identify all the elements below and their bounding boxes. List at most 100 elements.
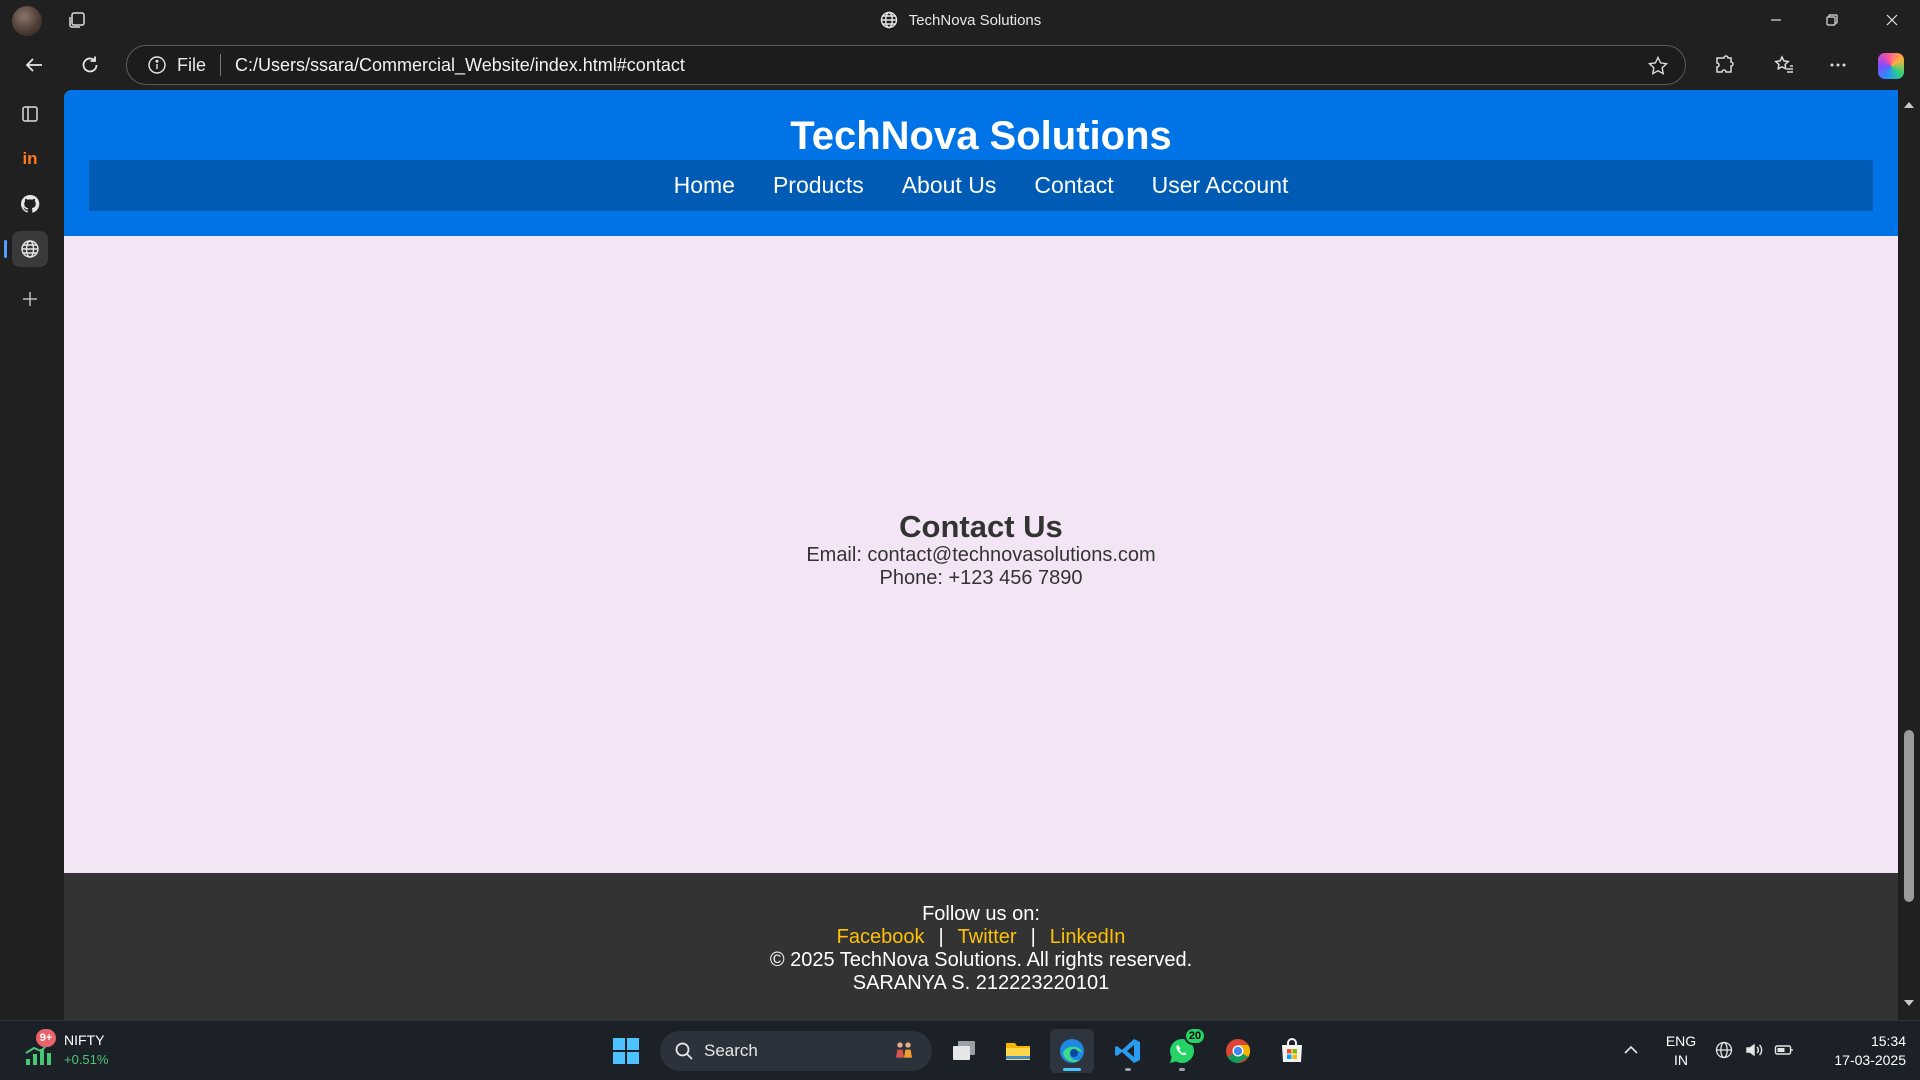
favorites-button[interactable] xyxy=(1766,48,1802,82)
back-button[interactable] xyxy=(16,48,52,82)
nav-products[interactable]: Products xyxy=(773,172,864,199)
favorite-star-icon[interactable] xyxy=(1647,55,1669,77)
window-title: TechNova Solutions xyxy=(0,0,1920,40)
chrome-icon xyxy=(1226,1039,1251,1063)
site-nav: Home Products About Us Contact User Acco… xyxy=(89,160,1873,211)
system-tray-icons[interactable] xyxy=(1714,1040,1794,1060)
browser-toolbar: File C:/Users/ssara/Commercial_Website/i… xyxy=(0,40,1920,90)
scroll-down-icon[interactable] xyxy=(1903,998,1915,1008)
reload-button[interactable] xyxy=(72,48,108,82)
close-icon xyxy=(1886,14,1898,26)
taskbar-whatsapp[interactable]: 20 xyxy=(1160,1027,1206,1073)
linkedin-link[interactable]: LinkedIn xyxy=(1050,926,1126,948)
footer-follow-text: Follow us on: xyxy=(922,903,1040,925)
minimize-icon xyxy=(1771,19,1781,21)
vscode-icon xyxy=(1115,1039,1140,1063)
globe-icon xyxy=(880,11,897,29)
battery-icon[interactable] xyxy=(1774,1040,1794,1060)
sidebar-add-button[interactable] xyxy=(12,281,48,317)
sidebar-panel-button[interactable] xyxy=(12,96,48,132)
contact-heading: Contact Us xyxy=(899,509,1063,544)
window-title-text: TechNova Solutions xyxy=(908,11,1042,29)
footer-separator: | xyxy=(938,926,944,948)
site-header: TechNova Solutions Home Products About U… xyxy=(64,90,1898,236)
nav-about-us[interactable]: About Us xyxy=(902,172,997,199)
taskbar-vscode[interactable] xyxy=(1106,1029,1150,1073)
network-globe-icon[interactable] xyxy=(1714,1040,1734,1060)
language-region: IN xyxy=(1674,1052,1688,1068)
nav-user-account[interactable]: User Account xyxy=(1152,172,1289,199)
volume-icon[interactable] xyxy=(1744,1040,1764,1060)
reload-icon xyxy=(82,56,98,73)
nav-contact[interactable]: Contact xyxy=(1034,172,1113,199)
running-indicator xyxy=(1179,1068,1185,1071)
windows-taskbar: 9+ NIFTY +0.51% Search 20 ENG IN 15:34 1… xyxy=(0,1020,1920,1080)
contact-email: Email: contact@technovasolutions.com xyxy=(806,544,1156,566)
edge-icon xyxy=(1060,1039,1084,1063)
taskbar-chrome[interactable] xyxy=(1216,1029,1260,1073)
task-view-icon xyxy=(953,1041,975,1060)
taskbar-microsoft-store[interactable] xyxy=(1270,1029,1314,1073)
footer-copyright: © 2025 TechNova Solutions. All rights re… xyxy=(769,949,1193,971)
sidebar-panel-icon xyxy=(22,106,38,122)
favorites-list-icon xyxy=(1774,55,1793,73)
scroll-thumb[interactable] xyxy=(1904,730,1914,902)
plus-icon xyxy=(23,292,37,306)
restore-button[interactable] xyxy=(1804,0,1860,40)
widget-change: +0.51% xyxy=(64,1052,109,1067)
clock-time: 15:34 xyxy=(1870,1033,1906,1049)
start-button[interactable] xyxy=(604,1029,648,1073)
search-highlight-icon xyxy=(896,1042,912,1058)
puzzle-icon xyxy=(1716,55,1734,73)
site-footer: Follow us on: Facebook | Twitter | LinkedIn … xyxy=(64,873,1898,1020)
folder-icon xyxy=(1006,1043,1030,1060)
sidebar-app-github[interactable] xyxy=(12,186,48,222)
taskbar-task-view[interactable] xyxy=(942,1029,986,1073)
browser-sidebar: in xyxy=(0,90,64,1020)
footer-social-links: Facebook | Twitter | LinkedIn xyxy=(64,926,1898,949)
footer-separator: | xyxy=(1030,926,1036,948)
footer-author: SARANYA S. 212223220101 xyxy=(852,972,1110,994)
copilot-icon[interactable] xyxy=(1878,53,1904,79)
address-bar[interactable]: File C:/Users/ssara/Commercial_Website/i… xyxy=(126,45,1686,85)
taskbar-search[interactable]: Search xyxy=(660,1031,932,1071)
taskbar-file-explorer[interactable] xyxy=(996,1029,1040,1073)
site-title: TechNova Solutions xyxy=(790,114,1172,158)
restore-icon xyxy=(1826,14,1838,26)
widget-badge: 9+ xyxy=(36,1029,56,1047)
clock[interactable]: 15:34 17-03-2025 xyxy=(1806,1032,1906,1070)
site-scheme-label: File xyxy=(177,54,207,75)
store-icon xyxy=(1282,1038,1302,1062)
info-icon[interactable] xyxy=(147,55,167,75)
language-indicator[interactable]: ENG IN xyxy=(1664,1032,1698,1070)
more-menu-button[interactable] xyxy=(1820,48,1856,82)
extensions-button[interactable] xyxy=(1706,48,1742,82)
close-button[interactable] xyxy=(1864,0,1920,40)
twitter-link[interactable]: Twitter xyxy=(958,926,1017,948)
active-indicator xyxy=(1063,1068,1081,1071)
nav-home[interactable]: Home xyxy=(674,172,735,199)
minimize-button[interactable] xyxy=(1748,0,1804,40)
contact-phone: Phone: +123 456 7890 xyxy=(879,567,1083,589)
address-divider xyxy=(220,54,222,76)
search-icon xyxy=(675,1042,693,1060)
sidebar-app-in[interactable]: in xyxy=(12,141,48,177)
widget-title[interactable]: NIFTY xyxy=(64,1032,104,1048)
page-scrollbar[interactable] xyxy=(1898,90,1920,1020)
whatsapp-badge: 20 xyxy=(1184,1027,1206,1045)
facebook-link[interactable]: Facebook xyxy=(837,926,925,948)
show-hidden-icons-icon[interactable] xyxy=(1622,1041,1640,1059)
sidebar-app-globe[interactable] xyxy=(4,231,48,267)
search-placeholder: Search xyxy=(704,1041,758,1060)
scroll-up-icon[interactable] xyxy=(1903,100,1915,110)
in-app-icon: in xyxy=(22,149,38,168)
language-code: ENG xyxy=(1665,1033,1697,1049)
windows-logo-icon xyxy=(613,1038,639,1064)
github-icon xyxy=(20,194,40,213)
web-page: TechNova Solutions Home Products About U… xyxy=(64,90,1898,1020)
taskbar-edge[interactable] xyxy=(1050,1029,1094,1073)
contact-section: Contact Us Email: contact@technovasoluti… xyxy=(64,510,1898,590)
ellipsis-icon xyxy=(1830,63,1846,67)
url-text[interactable]: C:/Users/ssara/Commercial_Website/index.… xyxy=(235,55,685,76)
globe-icon xyxy=(21,240,39,258)
